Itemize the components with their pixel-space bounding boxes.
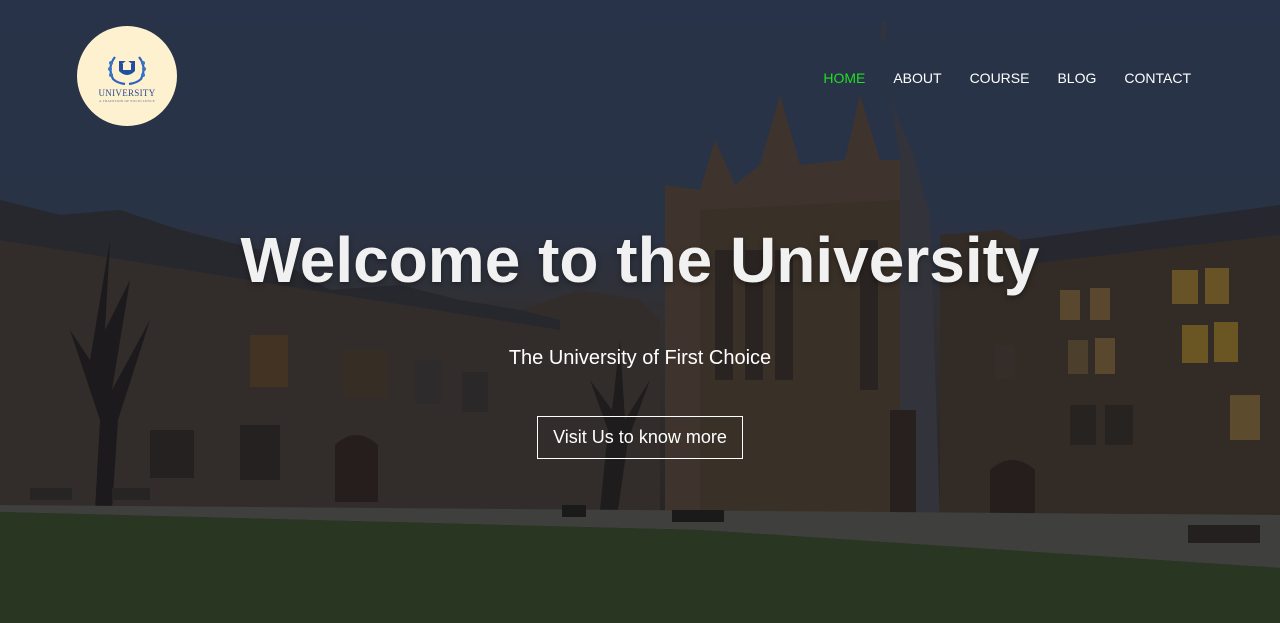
nav-link-about[interactable]: ABOUT [893, 69, 941, 87]
laurel-crest-icon [108, 56, 146, 86]
hero-section: UNIVERSITY A TRADITION OF EXCELLENCE HOM… [0, 0, 1280, 623]
university-logo[interactable]: UNIVERSITY A TRADITION OF EXCELLENCE [77, 26, 177, 126]
nav-item-course: COURSE [970, 69, 1030, 87]
hero-title: Welcome to the University [240, 224, 1040, 296]
main-navigation: HOME ABOUT COURSE BLOG CONTACT [823, 69, 1191, 87]
visit-us-button[interactable]: Visit Us to know more [537, 416, 743, 459]
hero-subtitle: The University of First Choice [508, 347, 772, 369]
nav-link-home[interactable]: HOME [823, 69, 865, 87]
nav-item-home: HOME [823, 69, 865, 87]
nav-item-blog: BLOG [1057, 69, 1096, 87]
hero-dark-overlay [0, 0, 1280, 623]
nav-link-course[interactable]: COURSE [970, 69, 1030, 87]
nav-link-blog[interactable]: BLOG [1057, 69, 1096, 87]
nav-item-about: ABOUT [893, 69, 941, 87]
nav-link-contact[interactable]: CONTACT [1124, 69, 1191, 87]
logo-tagline: A TRADITION OF EXCELLENCE [99, 99, 155, 103]
nav-item-contact: CONTACT [1124, 69, 1191, 87]
logo-wordmark: UNIVERSITY [98, 88, 156, 98]
